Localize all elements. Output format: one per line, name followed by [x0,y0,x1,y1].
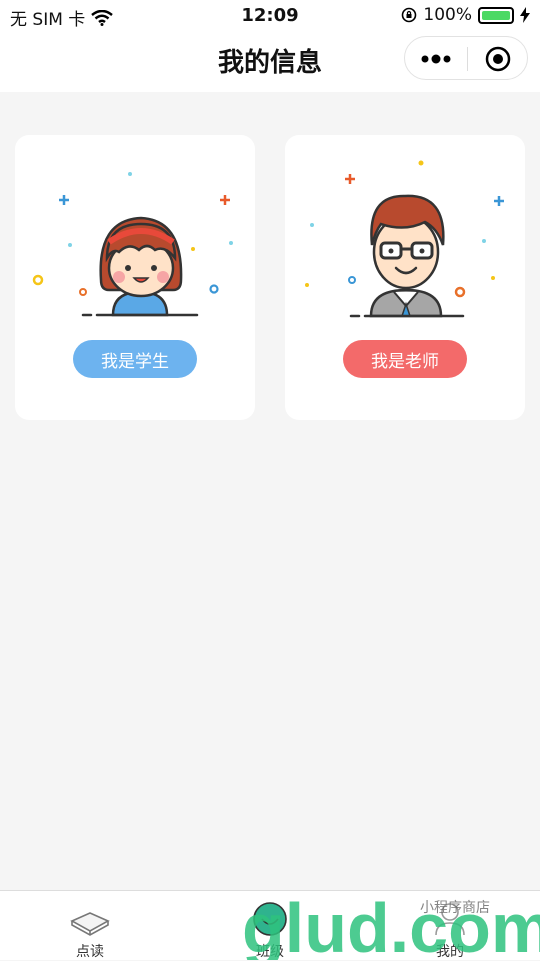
more-button[interactable] [405,37,467,81]
book-icon [70,912,110,936]
teacher-role-button[interactable]: 我是老师 [343,340,467,378]
mini-program-capsule [404,36,528,80]
navigation-bar: 我的信息 [0,30,540,92]
teacher-card[interactable]: 我是老师 [285,135,525,420]
status-bar: 无 SIM 卡 12:09 100% [0,0,540,30]
battery-percent: 100% [423,5,472,25]
student-role-button[interactable]: 我是学生 [73,340,197,378]
status-right: 100% [401,5,530,25]
more-dots-icon [421,54,451,64]
student-avatar-illustration [32,172,233,317]
close-button[interactable] [467,37,529,81]
charging-icon [520,7,530,23]
teacher-avatar-illustration [305,160,504,318]
tab-reading-label: 点读 [76,944,104,960]
battery-icon [478,6,514,24]
watermark-text: glud.com [242,890,540,960]
tab-reading[interactable]: 点读 [0,891,180,961]
watermark-logo: glud.com 小程序商店 [242,890,540,960]
orientation-lock-icon [402,7,417,23]
watermark-subtext: 小程序商店 [420,900,490,916]
student-card[interactable]: 我是学生 [15,135,255,420]
close-target-icon [485,46,511,72]
